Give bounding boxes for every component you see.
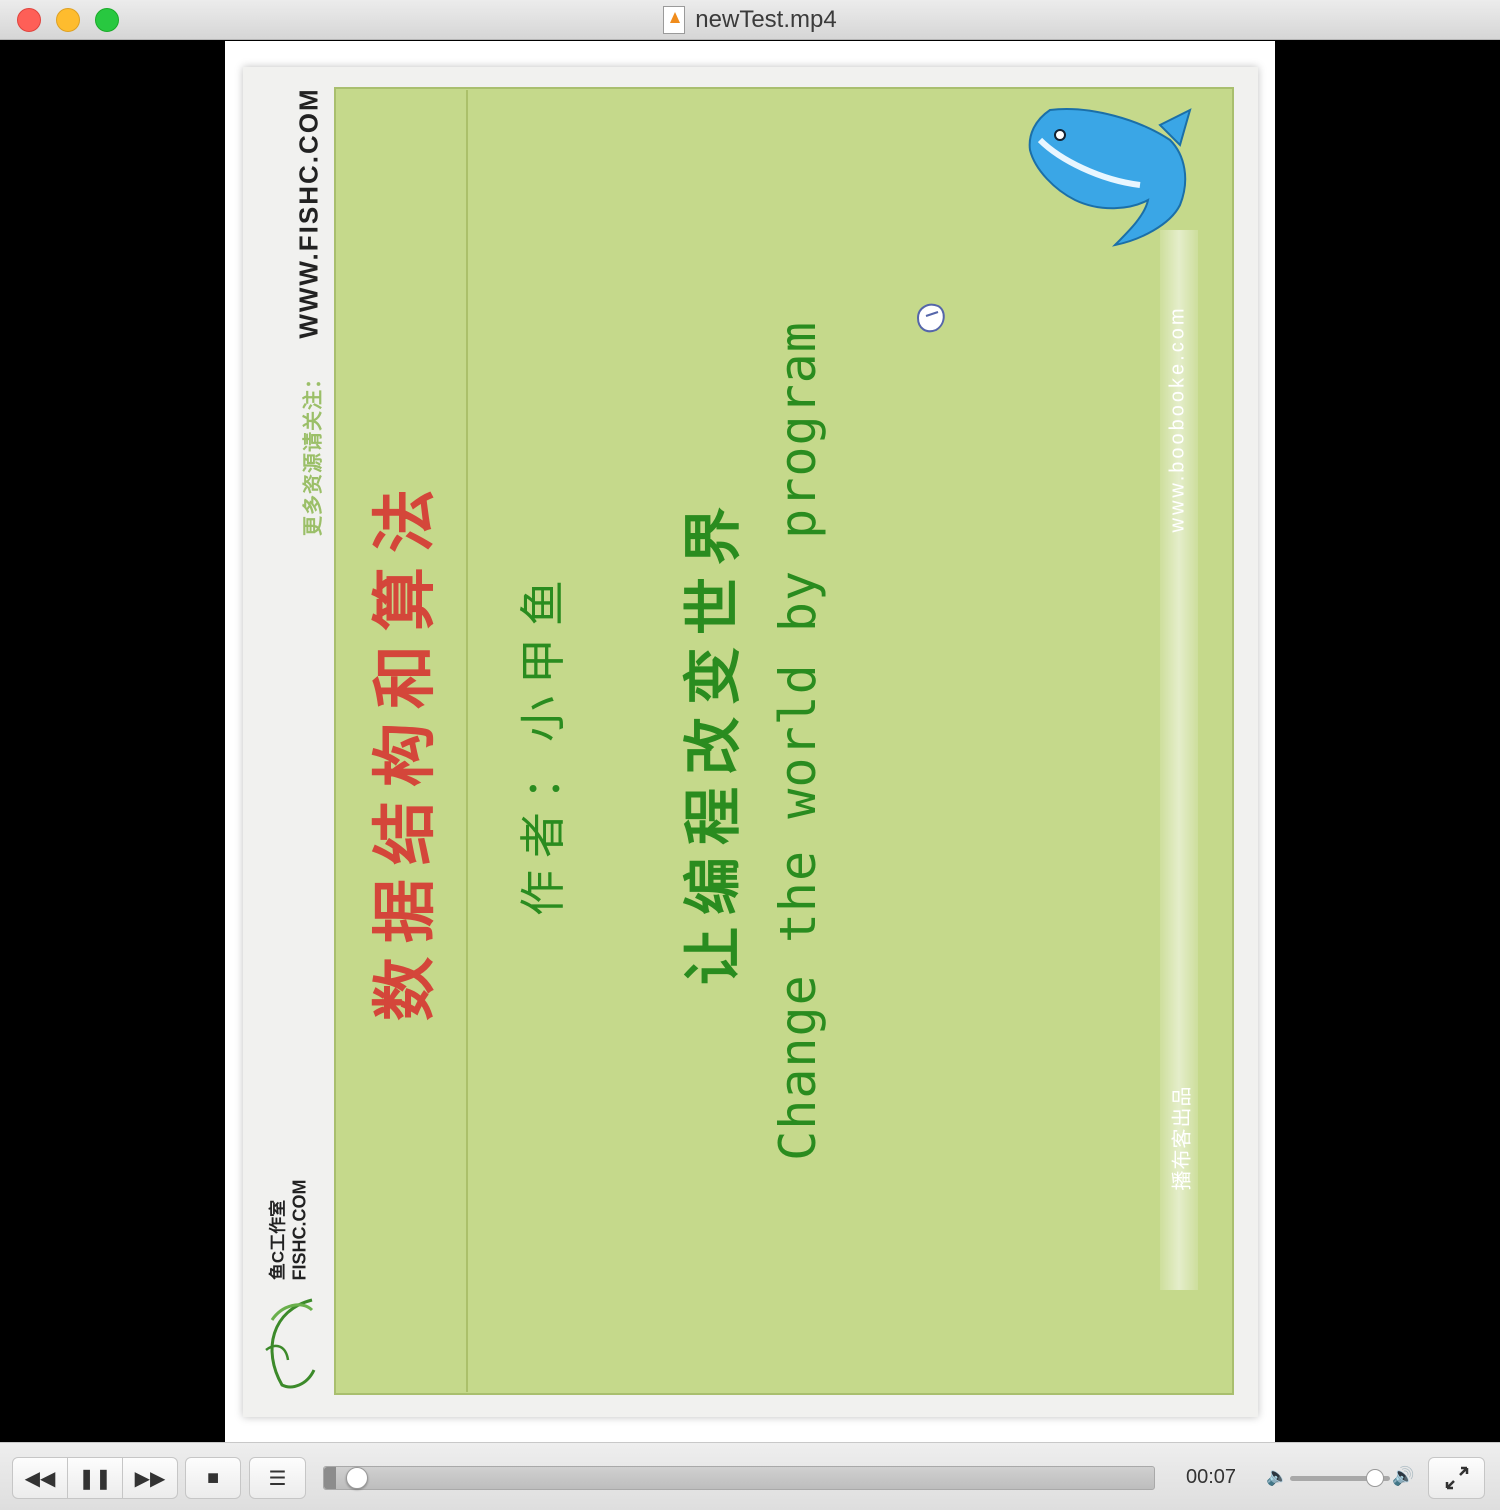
author-text: 作者：小甲鱼: [516, 568, 570, 916]
fast-forward-icon: ▶▶: [134, 1467, 166, 1490]
window-title-group: newTest.mp4: [0, 0, 1500, 40]
pause-button[interactable]: ❚❚: [67, 1457, 123, 1499]
studio-url: FISHC.COM: [289, 1179, 310, 1281]
playlist-button[interactable]: ☰: [249, 1457, 306, 1499]
fishc-logo-icon: [265, 1298, 316, 1389]
slogan-english: Change the world by program: [769, 321, 827, 1161]
elapsed-time: 00:07: [1185, 1466, 1237, 1488]
playlist-icon: ☰: [268, 1467, 287, 1490]
volume-high-icon[interactable]: 🔊: [1392, 1466, 1414, 1487]
course-title: 数据结构和算法: [368, 475, 443, 1021]
fullscreen-button[interactable]: [1428, 1457, 1485, 1499]
volume-low-icon[interactable]: 🔈: [1266, 1466, 1288, 1487]
window-title: newTest.mp4: [695, 6, 837, 33]
producer-text: 播布客出品: [1171, 1085, 1194, 1191]
playback-controls: ◀◀ ❚❚ ▶▶ ■ ☰ 00:07 🔈 🔊: [0, 1442, 1500, 1510]
watermark-url: www.boobooke.com: [1166, 305, 1189, 533]
fullscreen-icon: [1445, 1466, 1468, 1490]
fast-forward-button[interactable]: ▶▶: [122, 1457, 178, 1499]
slide-divider-line: [466, 90, 468, 1392]
dolphin-icon: [1028, 108, 1192, 247]
seek-handle[interactable]: [345, 1467, 368, 1489]
stop-icon: ■: [206, 1466, 220, 1489]
pause-icon: ❚❚: [78, 1467, 112, 1490]
seek-bar[interactable]: [323, 1466, 1155, 1490]
site-url-text: WWW.FISHC.COM: [293, 87, 324, 339]
video-file-icon: [663, 6, 686, 34]
rewind-button[interactable]: ◀◀: [12, 1457, 68, 1499]
notice-text: 更多资源请关注：: [302, 368, 325, 536]
stop-button[interactable]: ■: [185, 1457, 241, 1499]
studio-name: 鱼C工作室: [268, 1199, 288, 1281]
rewind-icon: ◀◀: [24, 1467, 56, 1490]
title-bar: newTest.mp4: [0, 0, 1500, 40]
volume-handle[interactable]: [1366, 1469, 1384, 1487]
seek-progress-fill: [324, 1467, 336, 1489]
slogan-chinese: 让编程改变世界: [679, 494, 747, 986]
mouse-pointer-icon: [916, 303, 945, 333]
